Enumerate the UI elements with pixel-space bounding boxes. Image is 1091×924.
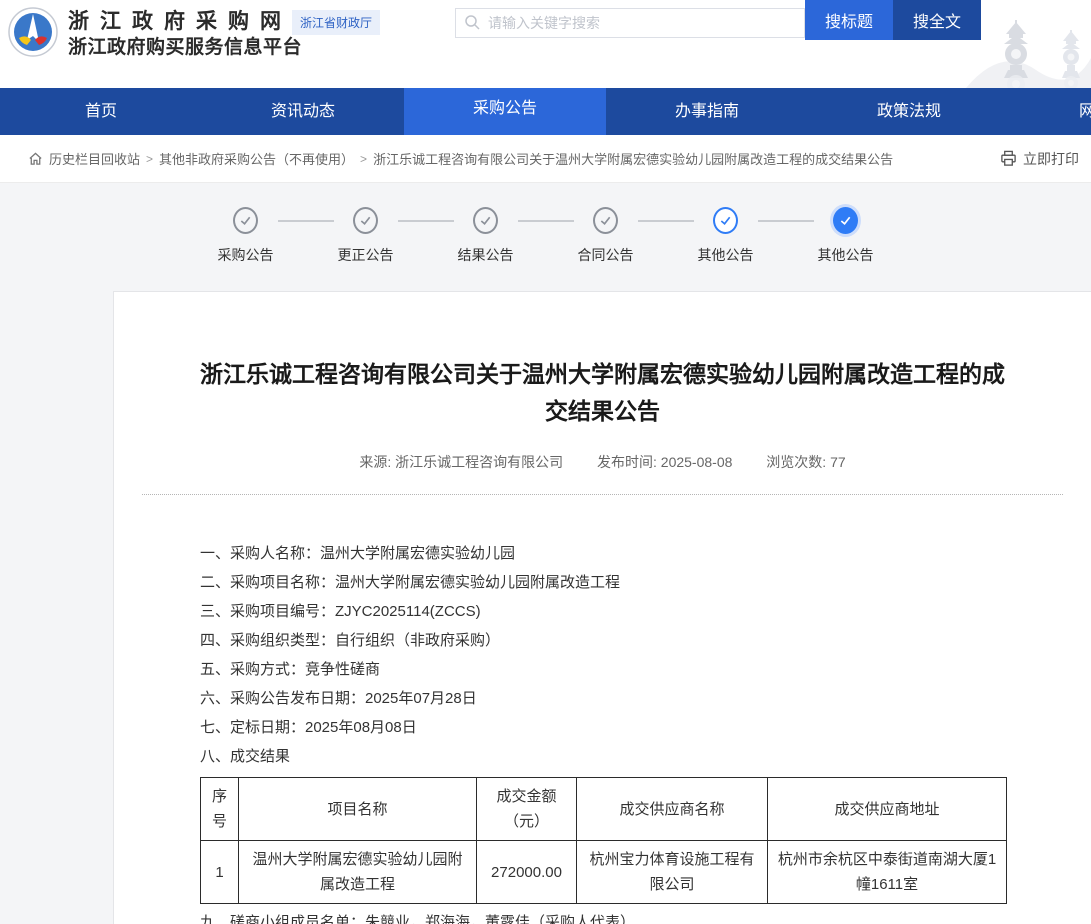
article-view-count: 浏览次数: 77	[766, 454, 845, 470]
step-contract-notice[interactable]: 合同公告	[574, 207, 638, 265]
line-purchaser: 一、采购人名称：温州大学附属宏德实验幼儿园	[200, 539, 1005, 568]
page-header: 浙江政府采购网 浙江政府购买服务信息平台 浙江省财政厅 搜标题 搜全文	[0, 0, 1091, 88]
article-body: 一、采购人名称：温州大学附属宏德实验幼儿园 二、采购项目名称：温州大学附属宏德实…	[200, 539, 1005, 924]
nav-item-home[interactable]: 首页	[0, 88, 202, 135]
step-correction-notice[interactable]: 更正公告	[334, 207, 398, 265]
line-procurement-method: 五、采购方式：竞争性磋商	[200, 655, 1005, 684]
breadcrumb-separator: >	[360, 152, 367, 166]
table-row: 1 温州大学附属宏德实验幼儿园附属改造工程 272000.00 杭州宝力体育设施…	[201, 841, 1007, 904]
breadcrumb: 历史栏目回收站 > 其他非政府采购公告（不再使用） > 浙江乐诚工程咨询有限公司…	[0, 135, 1091, 183]
article-meta: 来源: 浙江乐诚工程咨询有限公司 发布时间: 2025-08-08 浏览次数: …	[200, 452, 1005, 472]
col-header-project: 项目名称	[239, 778, 477, 841]
nav-item-policy[interactable]: 政策法规	[808, 88, 1010, 135]
site-subtitle: 浙江政府购买服务信息平台	[68, 35, 302, 60]
step-connector	[518, 220, 574, 222]
line-organization-type: 四、采购组织类型：自行组织（非政府采购）	[200, 626, 1005, 655]
breadcrumb-separator: >	[146, 152, 153, 166]
article-title: 浙江乐诚工程咨询有限公司关于温州大学附属宏德实验幼儿园附属改造工程的成交结果公告	[200, 356, 1005, 430]
nav-item-guide[interactable]: 办事指南	[606, 88, 808, 135]
line-notice-date: 六、采购公告发布日期：2025年07月28日	[200, 684, 1005, 713]
check-circle-icon	[233, 207, 258, 234]
nav-item-news[interactable]: 资讯动态	[202, 88, 404, 135]
step-connector	[278, 220, 334, 222]
col-header-supplier: 成交供应商名称	[577, 778, 768, 841]
gov-badge: 浙江省财政厅	[292, 10, 380, 35]
breadcrumb-item-current: 浙江乐诚工程咨询有限公司关于温州大学附属宏德实验幼儿园附属改造工程的成交结果公告	[373, 149, 893, 168]
line-project-number: 三、采购项目编号：ZJYC2025114(ZCCS)	[200, 597, 1005, 626]
main-nav: 首页 资讯动态 采购公告 办事指南 政策法规 网站工具	[0, 88, 1091, 135]
nav-item-tools[interactable]: 网站工具	[1010, 88, 1091, 135]
site-logo-icon	[8, 7, 58, 57]
step-connector	[638, 220, 694, 222]
step-connector	[398, 220, 454, 222]
pagoda-decoration-icon	[966, 18, 1091, 88]
line-result-heading: 八、成交结果	[200, 742, 1005, 771]
cell-no: 1	[201, 841, 239, 904]
search-title-button[interactable]: 搜标题	[805, 0, 893, 40]
step-result-notice[interactable]: 结果公告	[454, 207, 518, 265]
printer-icon	[1000, 150, 1017, 167]
step-connector	[758, 220, 814, 222]
line-panel-members: 九、磋商小组成员名单：朱競业，郑海海，董露佳（采购人代表）	[200, 908, 1005, 924]
step-other-notice-current[interactable]: 其他公告	[814, 207, 878, 265]
check-circle-icon	[833, 207, 858, 234]
notice-type-steps: 采购公告 更正公告 结果公告 合同公告 其他公告	[0, 207, 1091, 265]
article-source: 来源: 浙江乐诚工程咨询有限公司	[359, 454, 563, 470]
award-result-table: 序号 项目名称 成交金额（元） 成交供应商名称 成交供应商地址 1 温州大学附属…	[200, 777, 1007, 904]
nav-item-procurement-notice[interactable]: 采购公告	[404, 83, 606, 135]
check-circle-icon	[593, 207, 618, 234]
step-other-notice[interactable]: 其他公告	[694, 207, 758, 265]
cell-address: 杭州市余杭区中泰街道南湖大厦1幢1611室	[768, 841, 1007, 904]
col-header-amount: 成交金额（元）	[477, 778, 577, 841]
cell-project: 温州大学附属宏德实验幼儿园附属改造工程	[239, 841, 477, 904]
article-publish-time: 发布时间: 2025-08-08	[597, 454, 732, 470]
cell-supplier: 杭州宝力体育设施工程有限公司	[577, 841, 768, 904]
search-icon	[464, 14, 480, 30]
article-card: 浙江乐诚工程咨询有限公司关于温州大学附属宏德实验幼儿园附属改造工程的成交结果公告…	[113, 291, 1091, 924]
divider	[142, 494, 1063, 495]
breadcrumb-item-category[interactable]: 其他非政府采购公告（不再使用）	[159, 149, 354, 168]
col-header-no: 序号	[201, 778, 239, 841]
line-project-name: 二、采购项目名称：温州大学附属宏德实验幼儿园附属改造工程	[200, 568, 1005, 597]
breadcrumb-item-recycle[interactable]: 历史栏目回收站	[49, 149, 140, 168]
check-circle-icon	[473, 207, 498, 234]
search-group: 搜标题 搜全文	[455, 0, 981, 40]
search-input[interactable]	[455, 8, 805, 38]
site-title: 浙江政府采购网	[68, 9, 302, 35]
line-award-date: 七、定标日期：2025年08月08日	[200, 713, 1005, 742]
content-background: 采购公告 更正公告 结果公告 合同公告 其他公告	[0, 183, 1091, 924]
table-header-row: 序号 项目名称 成交金额（元） 成交供应商名称 成交供应商地址	[201, 778, 1007, 841]
check-circle-icon	[353, 207, 378, 234]
check-circle-icon	[713, 207, 738, 234]
home-icon	[28, 151, 43, 166]
col-header-address: 成交供应商地址	[768, 778, 1007, 841]
step-procurement-notice[interactable]: 采购公告	[214, 207, 278, 265]
print-button[interactable]: 立即打印	[986, 149, 1079, 169]
cell-amount: 272000.00	[477, 841, 577, 904]
